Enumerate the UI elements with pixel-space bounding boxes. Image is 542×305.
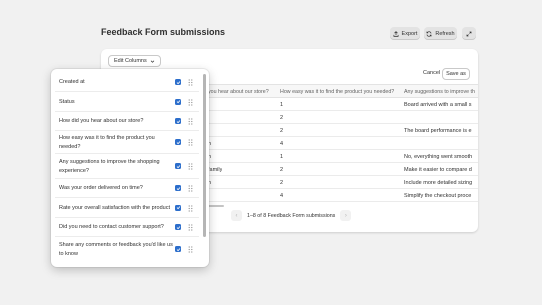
expand-icon [466, 31, 472, 36]
column-option[interactable]: How easy was it to find the product you … [55, 131, 199, 154]
check-icon [176, 225, 180, 229]
table-cell: 1 [280, 101, 284, 108]
column-checkbox[interactable] [175, 163, 181, 169]
column-checkbox[interactable] [175, 204, 181, 211]
table-cell: 4 [280, 140, 284, 147]
column-option-label: Share any comments or feedback you'd lik… [59, 242, 173, 257]
column-option[interactable]: Any suggestions to improve the shopping … [55, 154, 199, 179]
edit-columns-label: Edit Columns [114, 58, 147, 64]
table-cell: Simplify the checkout proce [404, 192, 472, 199]
column-header[interactable]: How easy was it to find the product you … [280, 89, 394, 95]
drag-handle-icon[interactable] [188, 139, 193, 146]
check-icon [176, 206, 180, 210]
export-button[interactable]: Export [390, 27, 420, 40]
column-option[interactable]: Share any comments or feedback you'd lik… [55, 237, 199, 262]
table-cell: Make it easier to compare d [404, 166, 472, 173]
column-option[interactable]: How did you hear about our store? [55, 112, 199, 131]
table-cell: Board arrived with a small s [404, 101, 472, 108]
popover-scrollbar[interactable] [203, 74, 206, 237]
drag-handle-icon[interactable] [188, 185, 193, 192]
pagination: ‹ 1–8 of 8 Feedback Form submissions › [231, 210, 352, 221]
drag-handle-icon[interactable] [188, 224, 193, 231]
drag-handle-icon[interactable] [188, 163, 193, 170]
cancel-button[interactable]: Cancel [423, 70, 440, 76]
column-checkbox[interactable] [175, 79, 181, 85]
check-icon [176, 186, 180, 190]
column-option-label: Status [59, 98, 75, 105]
check-icon [176, 119, 180, 123]
column-header[interactable]: you hear about our store? [208, 89, 269, 95]
column-checkbox[interactable] [175, 224, 181, 230]
refresh-button[interactable]: Refresh [424, 27, 457, 40]
refresh-icon [426, 30, 432, 37]
column-option[interactable]: Did you need to contact customer support… [55, 218, 199, 237]
export-icon [393, 30, 399, 37]
table-cell: No, everything went smooth [404, 153, 473, 160]
check-icon [176, 140, 180, 144]
table-cell: 4 [280, 192, 284, 199]
edit-columns-button[interactable]: Edit Columns [108, 55, 161, 67]
table-cell: Include more detailed sizing [404, 179, 473, 186]
check-icon [176, 100, 180, 104]
save-as-label: Save as [446, 71, 466, 77]
column-header[interactable]: Any suggestions to improve th [404, 89, 478, 95]
column-option[interactable]: Rate your overall satisfaction with the … [55, 198, 199, 218]
table-cell: 2 [280, 179, 284, 186]
column-checkbox[interactable] [175, 246, 181, 252]
check-icon [176, 164, 180, 168]
column-option[interactable]: Status [55, 92, 199, 112]
page-title: Feedback Form submissions [101, 27, 226, 37]
check-icon [176, 80, 180, 84]
column-checkbox[interactable] [175, 139, 181, 145]
chevron-down-icon [150, 60, 154, 63]
column-option-label: Did you need to contact customer support… [59, 224, 164, 230]
column-checkbox[interactable] [175, 185, 181, 191]
table-cell: 2 [280, 127, 284, 134]
column-checkbox[interactable] [175, 118, 181, 124]
table-cell: family [208, 166, 223, 173]
column-option-label: Any suggestions to improve the shopping … [59, 159, 160, 174]
table-cell: 2 [280, 166, 284, 173]
column-option[interactable]: Created at [55, 73, 199, 92]
pagination-text: 1–8 of 8 Feedback Form submissions [247, 212, 336, 219]
column-checkbox[interactable] [175, 98, 181, 105]
column-option-label: Created at [59, 79, 85, 85]
table-cell: The board performance is e [404, 127, 472, 134]
edit-columns-popover: Created at Status How did you hear about… [51, 69, 209, 267]
next-page-button[interactable]: › [340, 210, 352, 221]
column-option-label: How did you hear about our store? [59, 118, 144, 124]
table-cell: 2 [280, 114, 284, 121]
drag-handle-icon[interactable] [188, 79, 193, 86]
column-option-label: How easy was it to find the product you … [59, 135, 155, 150]
previous-page-button[interactable]: ‹ [231, 210, 242, 221]
save-as-button[interactable]: Save as [442, 68, 470, 80]
drag-handle-icon[interactable] [188, 204, 193, 212]
column-option-label: Was your order delivered on time? [59, 185, 143, 191]
export-label: Export [401, 30, 418, 37]
drag-handle-icon[interactable] [188, 118, 193, 125]
refresh-label: Refresh [435, 30, 455, 37]
drag-handle-icon[interactable] [188, 246, 193, 253]
table-cell: 1 [280, 153, 284, 160]
check-icon [176, 247, 180, 251]
column-option-label: Rate your overall satisfaction with the … [59, 204, 170, 211]
expand-button[interactable] [462, 27, 476, 40]
column-option[interactable]: Was your order delivered on time? [55, 179, 199, 198]
drag-handle-icon[interactable] [188, 98, 193, 106]
